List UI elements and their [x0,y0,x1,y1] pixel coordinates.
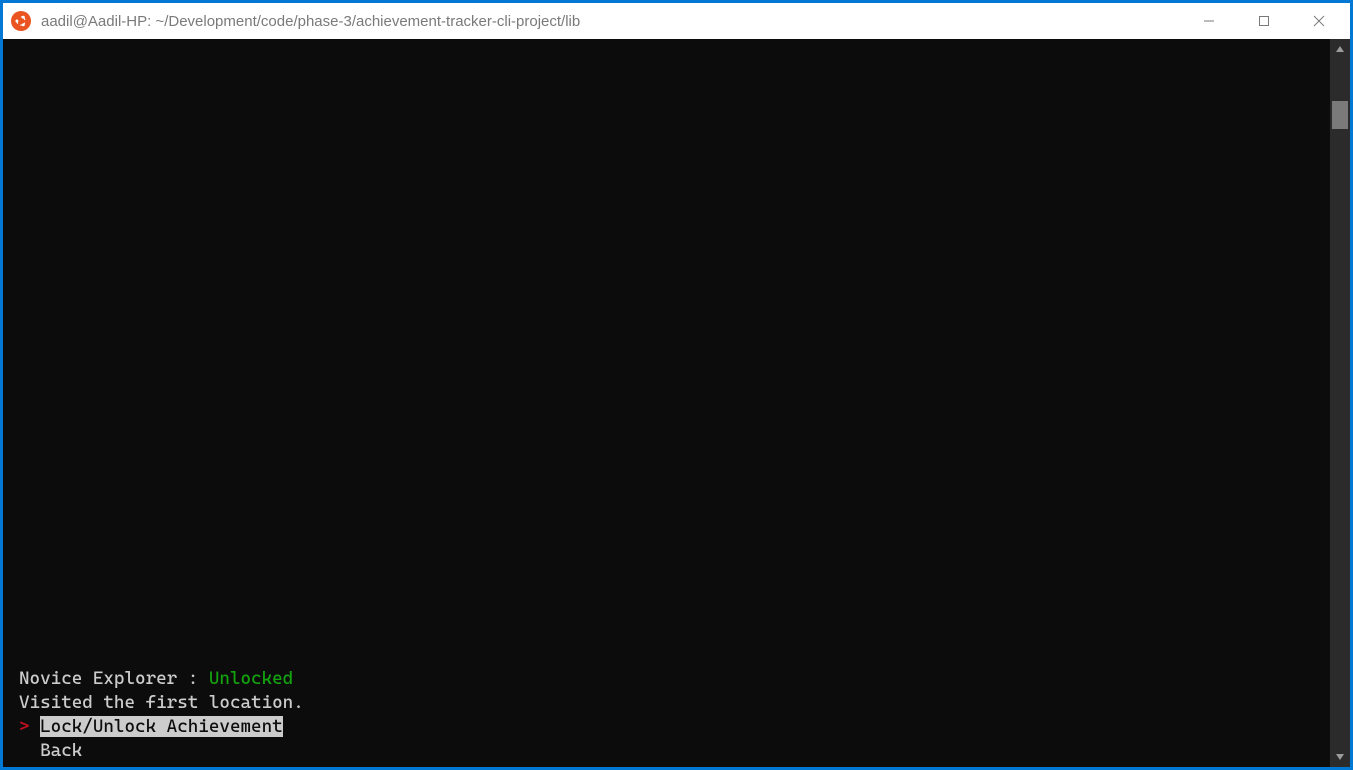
terminal-window: aadil@Aadil-HP: ~/Development/code/phase… [2,2,1351,768]
achievement-name: Novice Explorer [19,668,177,689]
menu-selected-label: Lock/Unlock Achievement [40,716,283,737]
window-controls [1181,3,1346,39]
achievement-status-line: Novice Explorer : Unlocked [19,667,1320,691]
menu-item-selected[interactable]: > Lock/Unlock Achievement [19,715,1320,739]
scroll-down-arrow-icon[interactable] [1330,747,1350,767]
close-button[interactable] [1291,3,1346,39]
achievement-description: Visited the first location. [19,691,1320,715]
menu-item-back[interactable]: Back [19,739,1320,763]
prompt-marker: > [19,716,40,737]
status-separator: : [177,668,209,689]
window-title: aadil@Aadil-HP: ~/Development/code/phase… [41,13,1181,30]
status-value: Unlocked [209,668,293,689]
vertical-scrollbar[interactable] [1330,39,1350,767]
menu-back-label: Back [40,740,82,761]
terminal-area: Novice Explorer : Unlocked Visited the f… [3,39,1350,767]
terminal-output[interactable]: Novice Explorer : Unlocked Visited the f… [3,39,1330,767]
scroll-up-arrow-icon[interactable] [1330,39,1350,59]
ubuntu-icon [11,11,31,31]
maximize-button[interactable] [1236,3,1291,39]
menu-indent [19,740,40,761]
titlebar[interactable]: aadil@Aadil-HP: ~/Development/code/phase… [3,3,1350,39]
minimize-button[interactable] [1181,3,1236,39]
scrollbar-thumb[interactable] [1332,101,1348,129]
